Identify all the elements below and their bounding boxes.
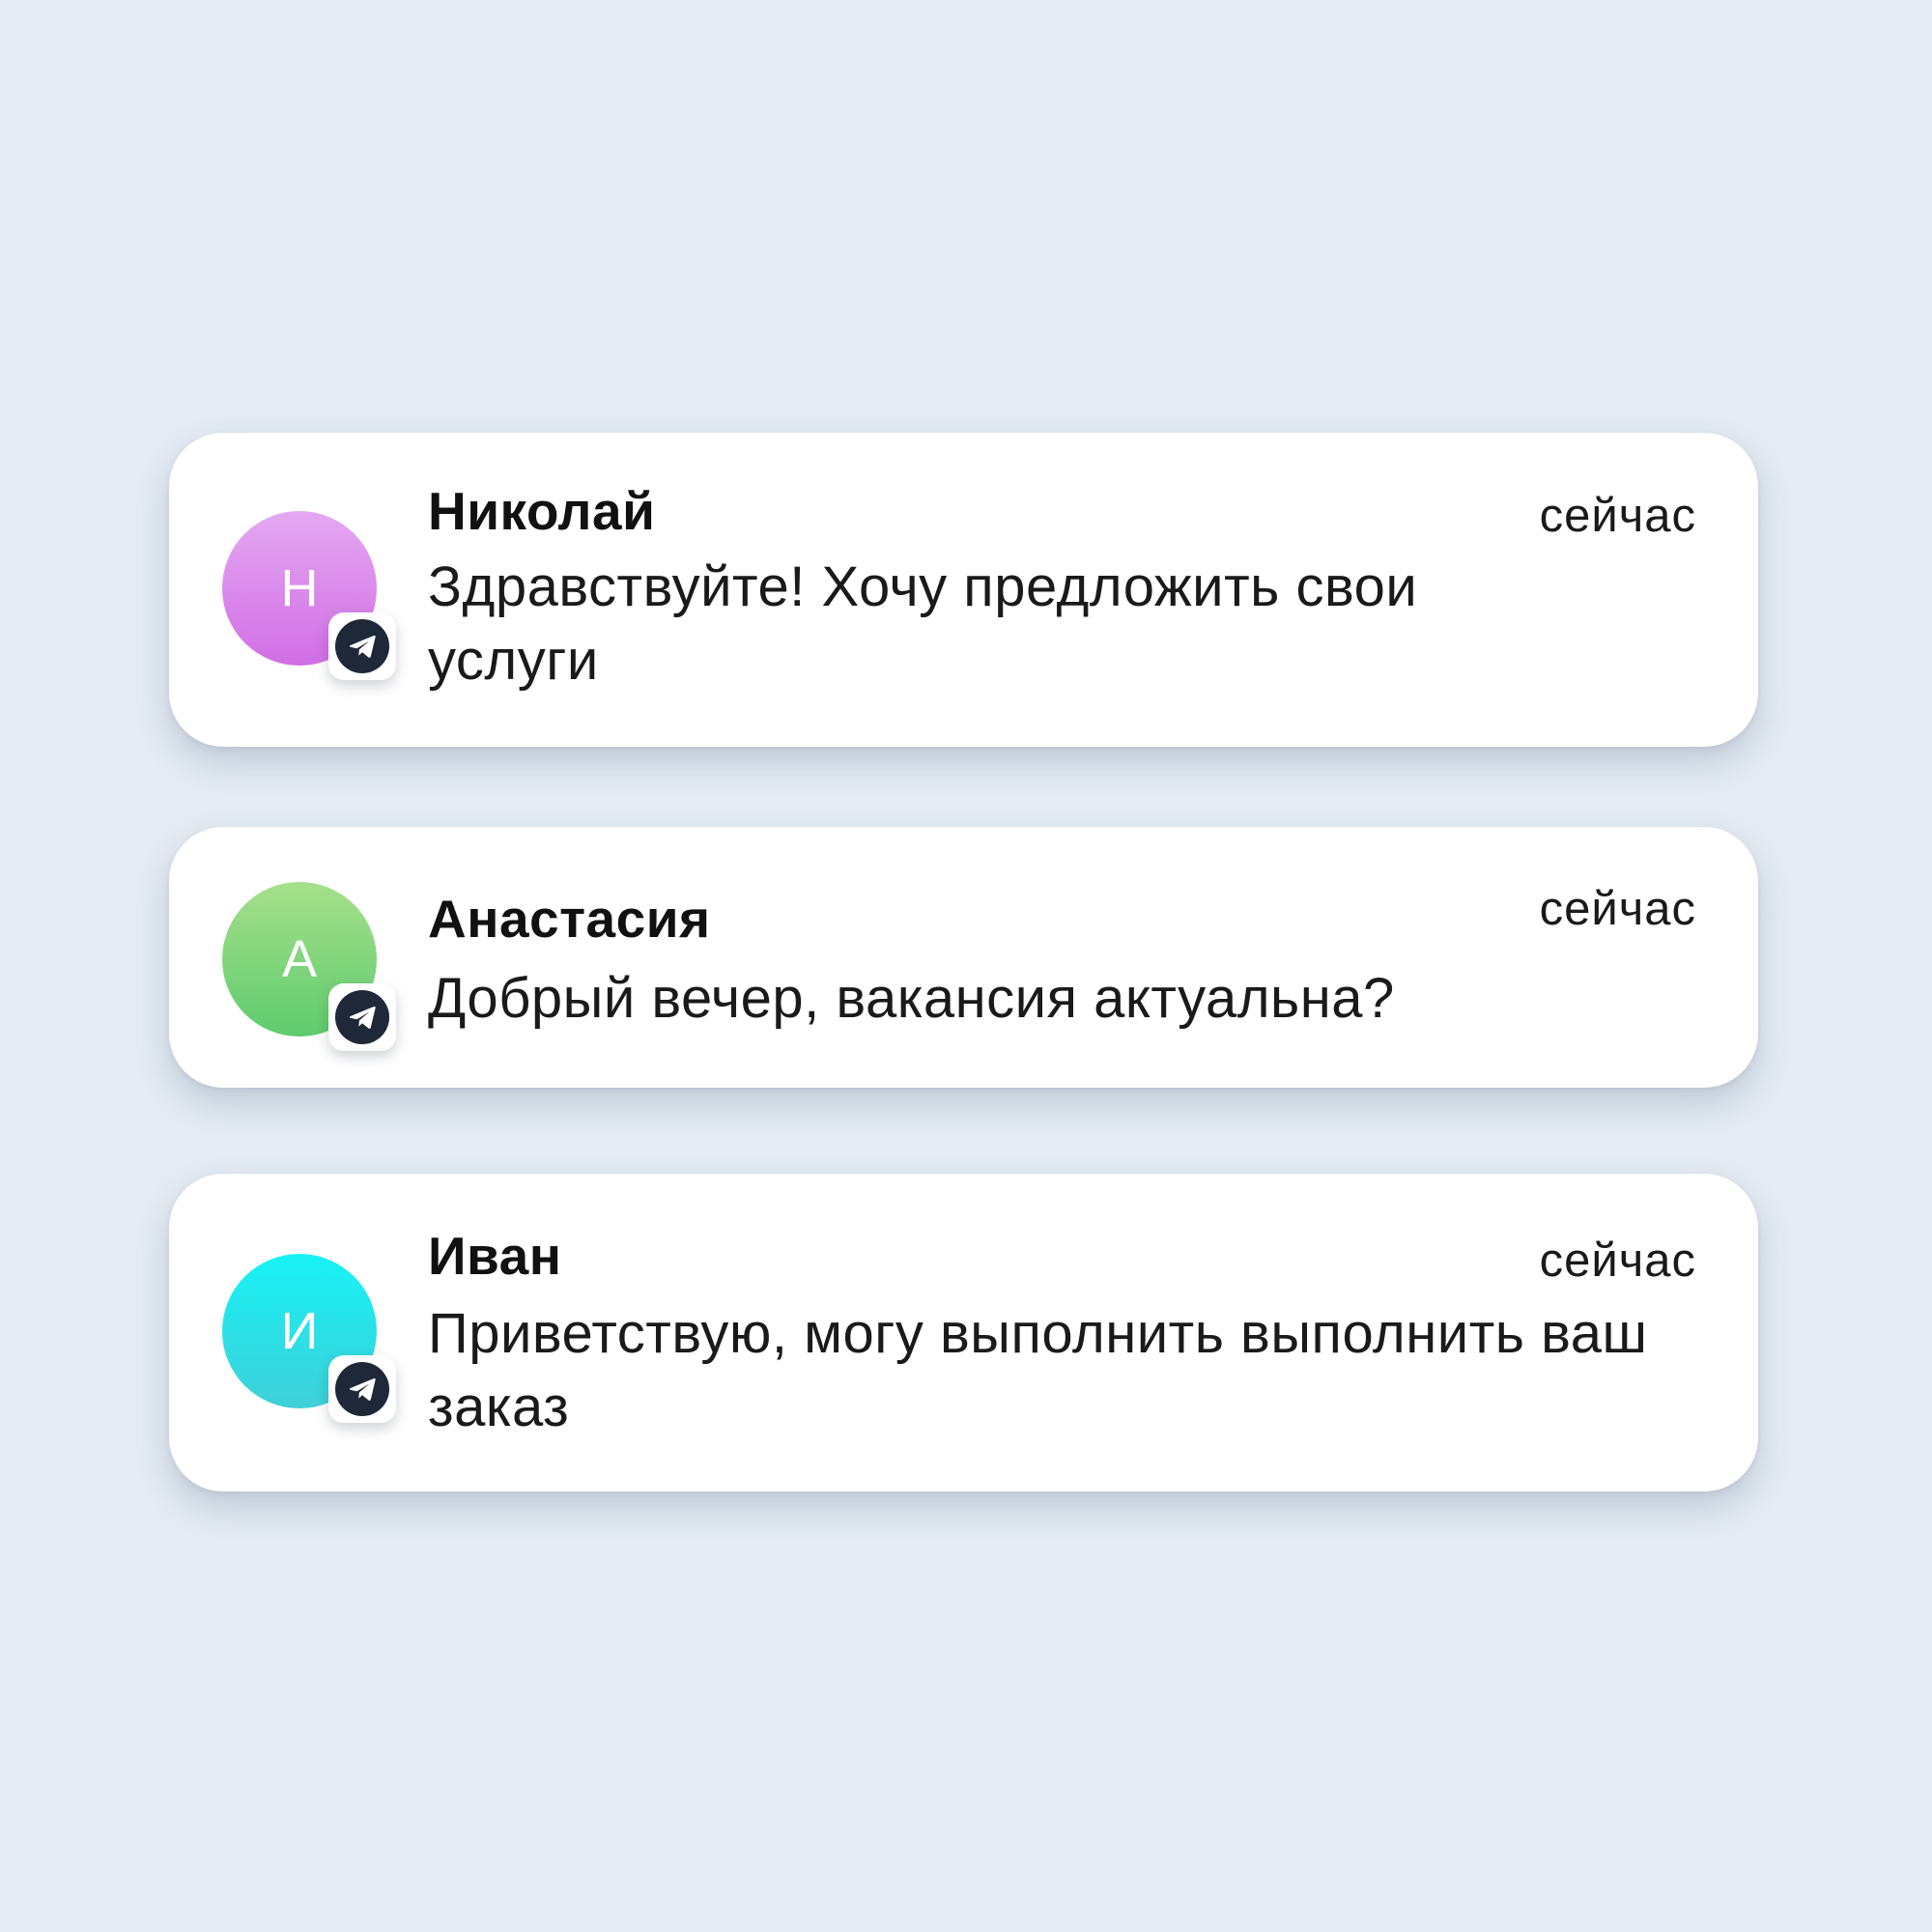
telegram-icon xyxy=(335,990,389,1044)
notification-card[interactable]: И Иван сейчас Приветствую, могу выполнит… xyxy=(169,1174,1758,1492)
avatar: А xyxy=(222,882,396,1051)
avatar-initial: Н xyxy=(280,559,319,617)
sender-name: Николай xyxy=(428,481,656,541)
timestamp: сейчас xyxy=(1539,490,1696,542)
notification-card[interactable]: Н Николай сейчас Здравствуйте! Хочу пред… xyxy=(169,433,1758,747)
sender-name: Иван xyxy=(428,1226,562,1286)
notification-card[interactable]: А Анастасия сейчас Добрый вечер, ваканси… xyxy=(169,827,1758,1088)
timestamp: сейчас xyxy=(1539,1235,1696,1287)
timestamp: сейчас xyxy=(1539,883,1696,935)
telegram-badge xyxy=(328,612,396,680)
telegram-badge xyxy=(328,983,396,1051)
avatar: Н xyxy=(222,511,396,680)
telegram-badge xyxy=(328,1355,396,1423)
message-text: Добрый вечер, вакансия актуальна? xyxy=(428,967,1395,1030)
message-text: Здравствуйте! Хочу предложить свои услуг… xyxy=(428,555,1418,692)
message-text: Приветствую, могу выполнить выполнить ва… xyxy=(428,1302,1648,1438)
avatar-initial: А xyxy=(281,930,318,988)
telegram-icon xyxy=(335,1362,389,1416)
avatar-initial: И xyxy=(280,1302,319,1360)
sender-name: Анастасия xyxy=(428,889,711,949)
telegram-icon xyxy=(335,619,389,673)
avatar: И xyxy=(222,1254,396,1423)
